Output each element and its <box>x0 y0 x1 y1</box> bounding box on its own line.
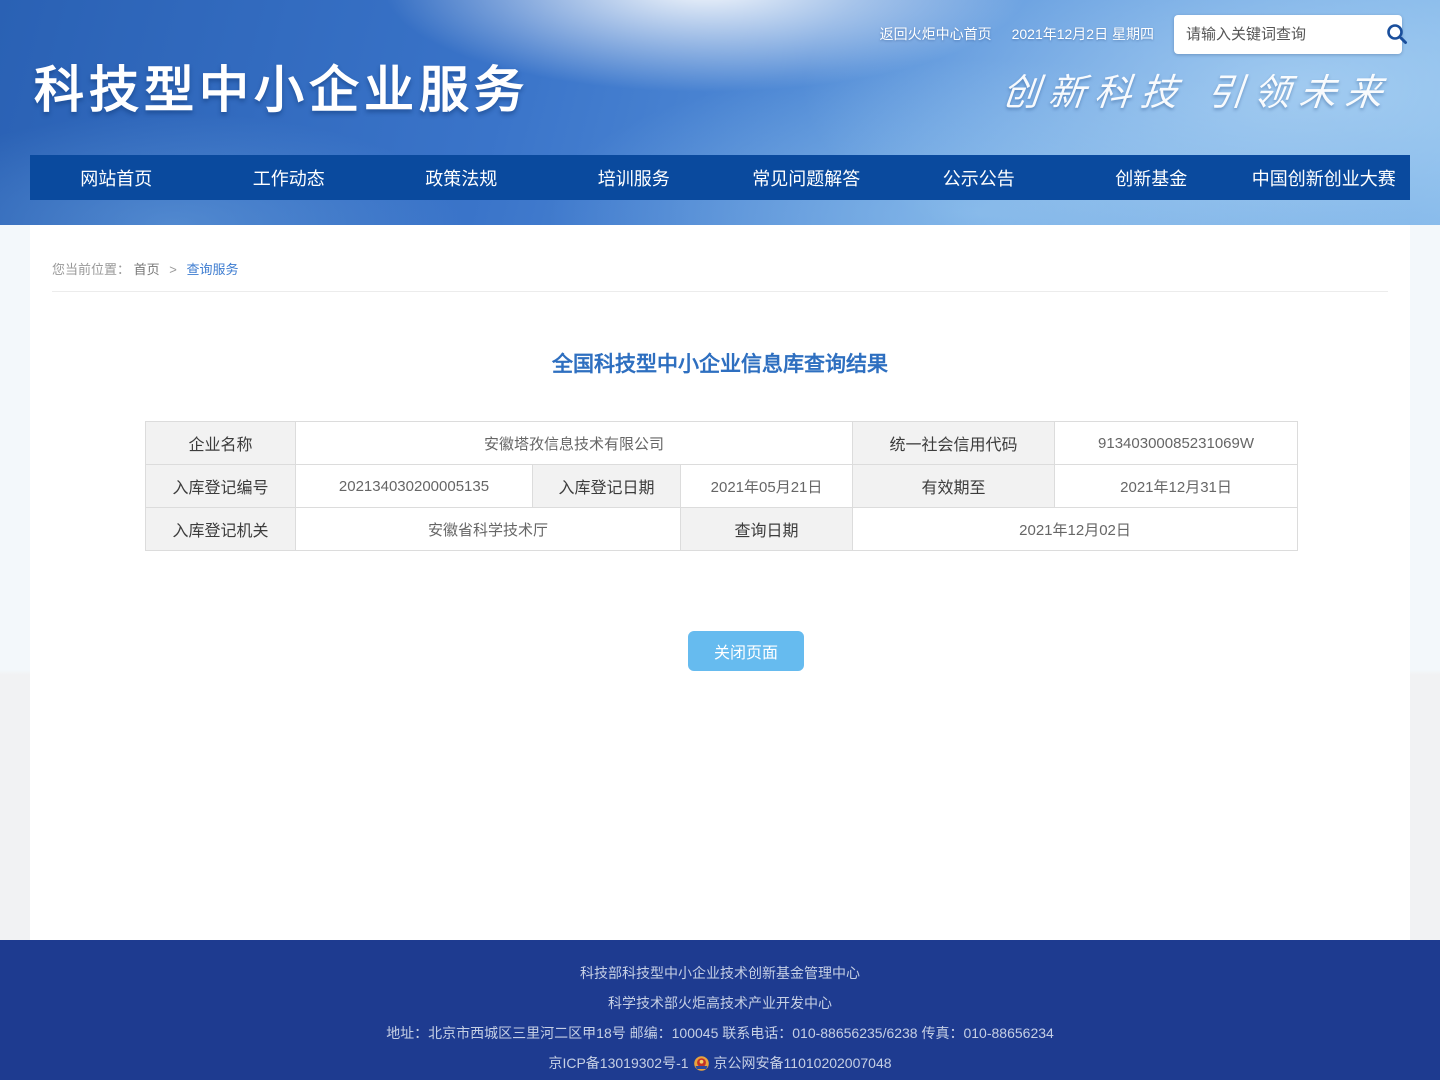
public-security-badge-icon <box>693 1055 710 1072</box>
breadcrumb: 您当前位置： 首页 > 查询服务 <box>30 225 1410 278</box>
value-registration-number: 202134030200005135 <box>296 465 533 508</box>
table-row: 入库登记机关 安徽省科学技术厅 查询日期 2021年12月02日 <box>146 508 1298 551</box>
nav-item-announcements[interactable]: 公示公告 <box>893 155 1066 200</box>
close-page-button[interactable]: 关闭页面 <box>688 631 804 671</box>
label-registration-date: 入库登记日期 <box>533 465 681 508</box>
nav-item-training[interactable]: 培训服务 <box>548 155 721 200</box>
torch-home-link[interactable]: 返回火炬中心首页 <box>880 24 992 44</box>
search-button[interactable] <box>1385 19 1409 49</box>
main-nav: 网站首页 工作动态 政策法规 培训服务 常见问题解答 公示公告 创新基金 中国创… <box>30 155 1410 200</box>
label-valid-until: 有效期至 <box>853 465 1055 508</box>
table-row: 入库登记编号 202134030200005135 入库登记日期 2021年05… <box>146 465 1298 508</box>
label-registration-number: 入库登记编号 <box>146 465 296 508</box>
site-logo: 科技型中小企业服务 <box>34 50 529 122</box>
value-company-name: 安徽塔孜信息技术有限公司 <box>296 422 853 465</box>
site-footer: 科技部科技型中小企业技术创新基金管理中心 科学技术部火炬高技术产业开发中心 地址… <box>0 940 1440 1080</box>
page-title: 全国科技型中小企业信息库查询结果 <box>30 348 1410 378</box>
label-query-date: 查询日期 <box>681 508 853 551</box>
security-registration-link[interactable]: 京公网安备11010202007048 <box>714 1056 892 1070</box>
topbar: 返回火炬中心首页 2021年12月2日 星期四 <box>880 13 1402 55</box>
breadcrumb-divider <box>52 291 1388 292</box>
value-registration-authority: 安徽省科学技术厅 <box>296 508 681 551</box>
table-row: 企业名称 安徽塔孜信息技术有限公司 统一社会信用代码 9134030008523… <box>146 422 1298 465</box>
value-valid-until: 2021年12月31日 <box>1055 465 1298 508</box>
content-card: 您当前位置： 首页 > 查询服务 全国科技型中小企业信息库查询结果 企业名称 安… <box>30 225 1410 940</box>
footer-org-line-2: 科学技术部火炬高技术产业开发中心 <box>0 996 1440 1010</box>
value-credit-code: 91340300085231069W <box>1055 422 1298 465</box>
value-registration-date: 2021年05月21日 <box>681 465 853 508</box>
breadcrumb-home-link[interactable]: 首页 <box>134 262 160 277</box>
site-header: 返回火炬中心首页 2021年12月2日 星期四 科技型中小企业服务 创新科技 引… <box>0 0 1440 225</box>
nav-item-innovation-fund[interactable]: 创新基金 <box>1065 155 1238 200</box>
search-icon <box>1385 22 1409 46</box>
label-company-name: 企业名称 <box>146 422 296 465</box>
breadcrumb-prefix: 您当前位置： <box>52 262 130 277</box>
breadcrumb-current-link[interactable]: 查询服务 <box>187 262 239 277</box>
nav-item-home[interactable]: 网站首页 <box>30 155 203 200</box>
footer-registration-line: 京ICP备13019302号-1 京公网安备11010202007048 <box>0 1056 1440 1070</box>
footer-contact-line: 地址：北京市西城区三里河二区甲18号 邮编：100045 联系电话：010-88… <box>0 1026 1440 1040</box>
search-input[interactable] <box>1186 26 1385 43</box>
label-credit-code: 统一社会信用代码 <box>853 422 1055 465</box>
result-table: 企业名称 安徽塔孜信息技术有限公司 统一社会信用代码 9134030008523… <box>145 421 1298 551</box>
nav-item-work-news[interactable]: 工作动态 <box>203 155 376 200</box>
icp-link[interactable]: 京ICP备13019302号-1 <box>548 1056 688 1070</box>
nav-item-competition[interactable]: 中国创新创业大赛 <box>1238 155 1411 200</box>
nav-item-faq[interactable]: 常见问题解答 <box>720 155 893 200</box>
nav-item-policies[interactable]: 政策法规 <box>375 155 548 200</box>
page: 返回火炬中心首页 2021年12月2日 星期四 科技型中小企业服务 创新科技 引… <box>0 0 1440 1080</box>
search-box <box>1174 15 1402 54</box>
label-registration-authority: 入库登记机关 <box>146 508 296 551</box>
value-query-date: 2021年12月02日 <box>853 508 1298 551</box>
site-slogan: 创新科技 引领未来 <box>1000 62 1394 116</box>
footer-org-line-1: 科技部科技型中小企业技术创新基金管理中心 <box>0 966 1440 980</box>
breadcrumb-separator: > <box>169 262 177 277</box>
current-date: 2021年12月2日 星期四 <box>1012 24 1154 44</box>
